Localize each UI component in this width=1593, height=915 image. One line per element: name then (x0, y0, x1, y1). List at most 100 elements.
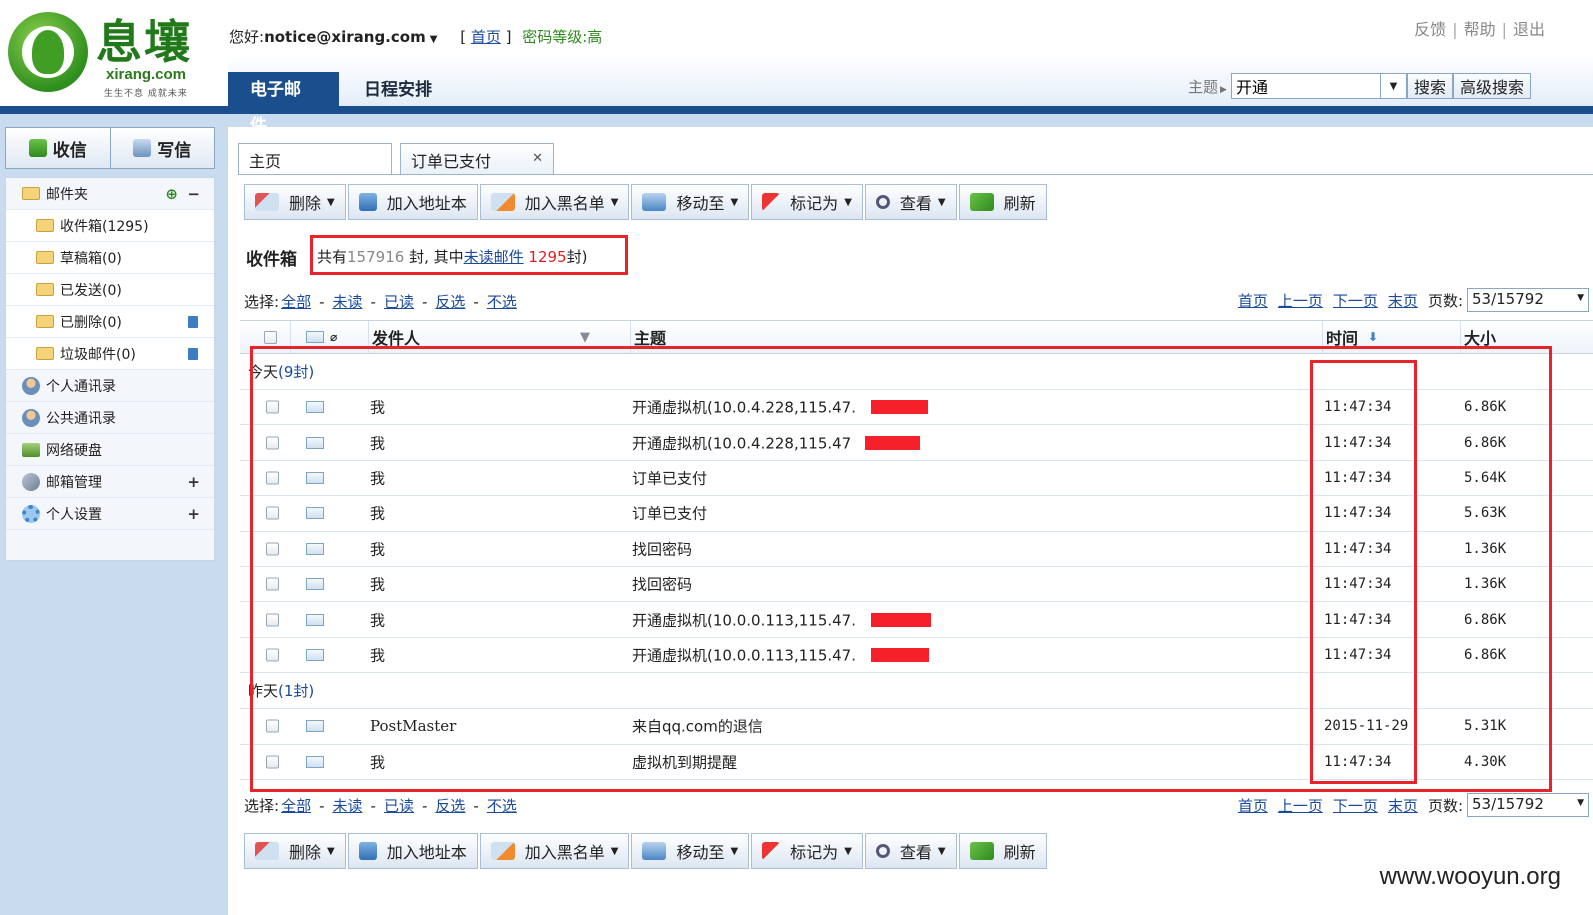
spam-folder-icon (36, 347, 54, 360)
sidebar-item-public-contacts[interactable]: 公共通讯录 (6, 402, 214, 434)
next-page-link[interactable]: 下一页 (1333, 290, 1378, 311)
next-page-link[interactable]: 下一页 (1333, 795, 1378, 816)
chevron-down-icon: ▼ (327, 196, 335, 208)
prev-page-link[interactable]: 上一页 (1278, 795, 1323, 816)
sidebar-item-spam[interactable]: 垃圾邮件(0) (6, 338, 214, 370)
unread-link[interactable]: 未读邮件 (464, 248, 524, 266)
divider: | (1452, 20, 1458, 39)
empty-trash-icon[interactable] (188, 315, 198, 328)
empty-spam-icon[interactable] (188, 347, 198, 360)
flag-filter-icon[interactable]: ▼ (580, 330, 590, 345)
sidebar-item-sent[interactable]: 已发送(0) (6, 274, 214, 306)
sidebar-item-folders[interactable]: 邮件夹 ⊕ − (6, 178, 214, 210)
expand-icon[interactable]: + (187, 505, 200, 523)
select-invert-link[interactable]: 反选 (435, 797, 465, 815)
prev-page-link[interactable]: 上一页 (1278, 290, 1323, 311)
tab-calendar[interactable]: 日程安排 (342, 72, 454, 108)
total-count: 157916 (347, 248, 405, 266)
delete-button[interactable]: 删除 ▼ (244, 184, 346, 220)
move-to-button[interactable]: 移动至 ▼ (631, 184, 750, 220)
expand-icon[interactable]: + (187, 473, 200, 491)
logo[interactable]: 息壤 xirang.com 生生不息 成就未来 (8, 12, 218, 104)
help-link[interactable]: 帮助 (1464, 20, 1496, 39)
blacklist-icon (490, 842, 515, 860)
caret-right-icon: ▶ (1220, 84, 1227, 95)
add-blacklist-button[interactable]: 加入黑名单 ▼ (479, 184, 630, 220)
gear-icon (22, 504, 40, 523)
first-page-link[interactable]: 首页 (1238, 290, 1268, 311)
select-unread-link[interactable]: 未读 (333, 797, 363, 815)
logout-link[interactable]: 退出 (1513, 20, 1545, 39)
close-icon[interactable]: ✕ (532, 151, 543, 166)
select-label: 选择: (244, 293, 280, 311)
view-button[interactable]: 查看 ▼ (864, 833, 957, 869)
select-all-checkbox[interactable] (264, 330, 277, 344)
compose-label: 写信 (157, 140, 192, 161)
compose-button[interactable]: 写信 (110, 127, 215, 169)
sidebar-item-drafts[interactable]: 草稿箱(0) (6, 242, 214, 274)
move-to-button[interactable]: 移动至 ▼ (631, 833, 750, 869)
tab-email[interactable]: 电子邮件 (228, 72, 339, 136)
select-unread-link[interactable]: 未读 (333, 293, 363, 311)
refresh-button[interactable]: 刷新 (958, 184, 1047, 220)
feedback-link[interactable]: 反馈 (1414, 20, 1446, 39)
search-dropdown-button[interactable]: ▼ (1380, 73, 1407, 99)
add-blacklist-button[interactable]: 加入黑名单 ▼ (479, 833, 630, 869)
page-select[interactable]: 53/15792 (1467, 288, 1589, 312)
select-none-link[interactable]: 不选 (487, 797, 517, 815)
search-input[interactable] (1230, 73, 1381, 99)
select-all-link[interactable]: 全部 (281, 293, 311, 311)
last-page-link[interactable]: 末页 (1388, 795, 1418, 816)
sent-folder-icon (36, 283, 54, 296)
add-address-button[interactable]: 加入地址本 (347, 184, 478, 220)
drafts-folder-icon (36, 251, 54, 264)
select-all-link[interactable]: 全部 (281, 797, 311, 815)
chevron-down-icon: ▼ (610, 845, 619, 857)
mark-as-button[interactable]: 标记为 ▼ (751, 184, 863, 220)
chevron-down-icon[interactable]: ▼ (430, 34, 438, 45)
sidebar-item-mailbox-admin[interactable]: 邮箱管理 + (6, 466, 214, 498)
tab-home[interactable]: 主页 (238, 143, 392, 175)
select-invert-link[interactable]: 反选 (435, 293, 465, 311)
page-select[interactable]: 53/15792 (1467, 793, 1589, 817)
button-label: 查看 (899, 194, 932, 213)
select-read-link[interactable]: 已读 (384, 797, 414, 815)
collapse-icon[interactable]: − (187, 185, 200, 203)
chevron-down-icon: ▼ (937, 196, 946, 208)
logo-mark-icon (8, 12, 88, 92)
view-button[interactable]: 查看 ▼ (864, 184, 957, 220)
delete-button[interactable]: 删除 ▼ (244, 833, 346, 869)
add-folder-icon[interactable]: ⊕ (165, 185, 178, 203)
home-link[interactable]: 首页 (471, 28, 501, 46)
select-read-link[interactable]: 已读 (384, 293, 414, 311)
button-label: 加入黑名单 (524, 843, 605, 862)
search-field-label[interactable]: 主题 ▶ (1188, 76, 1227, 97)
receive-mail-button[interactable]: 收信 (5, 127, 111, 169)
sidebar-item-inbox[interactable]: 收件箱(1295) (6, 210, 214, 242)
sidebar-item-settings[interactable]: 个人设置 + (6, 498, 214, 530)
sidebar-item-deleted[interactable]: 已删除(0) (6, 306, 214, 338)
last-page-link[interactable]: 末页 (1388, 290, 1418, 311)
tab-order-paid[interactable]: 订单已支付 ✕ (400, 143, 554, 175)
sidebar-item-personal-contacts[interactable]: 个人通讯录 (6, 370, 214, 402)
selection-bar-top: 选择: 全部 - 未读 - 已读 - 反选 - 不选 (244, 291, 519, 313)
watermark: www.wooyun.org (1379, 863, 1561, 890)
sidebar-item-label: 公共通讯录 (46, 410, 116, 427)
refresh-icon (969, 842, 994, 860)
home-link-wrapper: [ 首页 ] (460, 28, 512, 46)
add-address-button[interactable]: 加入地址本 (347, 833, 478, 869)
sidebar-item-label: 收件箱(1295) (60, 218, 149, 235)
refresh-button[interactable]: 刷新 (958, 833, 1047, 869)
button-label: 刷新 (1003, 843, 1036, 862)
select-none-link[interactable]: 不选 (487, 293, 517, 311)
sidebar-item-netdisk[interactable]: 网络硬盘 (6, 434, 214, 466)
selection-bar-bottom: 选择: 全部 - 未读 - 已读 - 反选 - 不选 (244, 795, 519, 817)
search-button[interactable]: 搜索 (1406, 73, 1453, 99)
advanced-search-button[interactable]: 高级搜索 (1452, 73, 1531, 99)
user-email[interactable]: notice@xirang.com (264, 28, 426, 46)
mark-as-button[interactable]: 标记为 ▼ (751, 833, 863, 869)
divider: - (421, 797, 428, 815)
first-page-link[interactable]: 首页 (1238, 795, 1268, 816)
public-contacts-icon (22, 408, 40, 427)
